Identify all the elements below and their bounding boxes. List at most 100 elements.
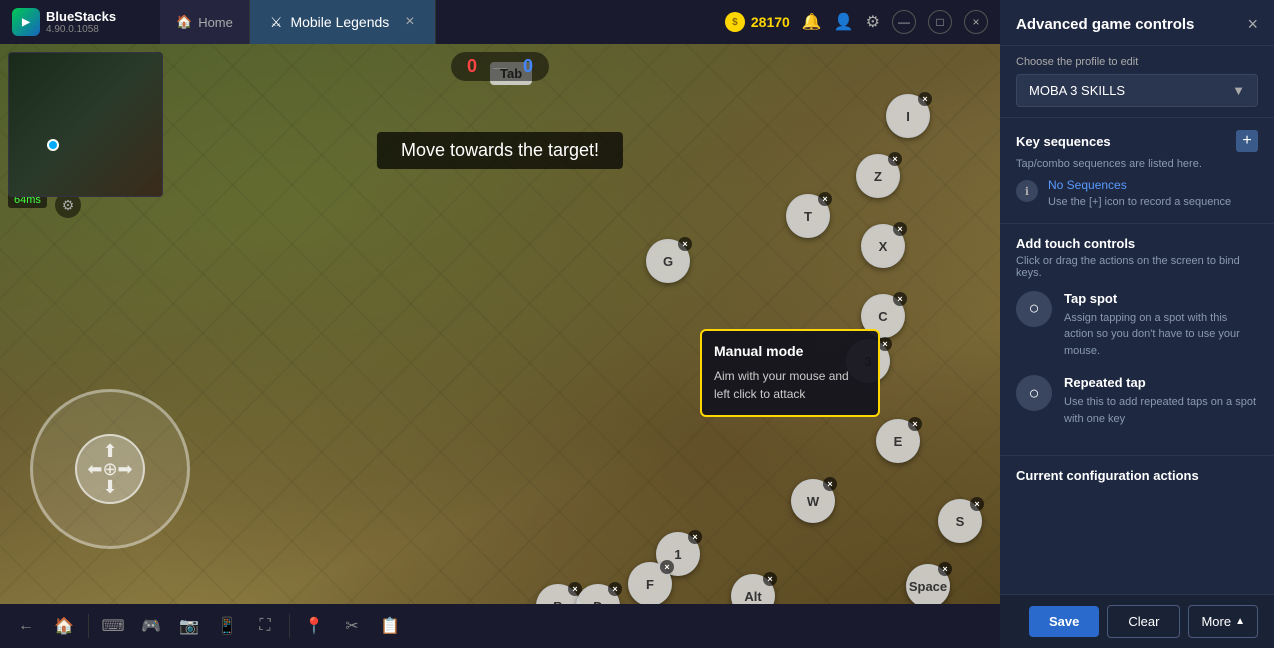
key-Space[interactable]: ×Space	[906, 564, 950, 604]
add-sequence-button[interactable]: +	[1236, 130, 1258, 152]
gamepad-button[interactable]: 🎮	[133, 608, 169, 644]
current-config-title: Current configuration actions	[1016, 468, 1258, 483]
key-S[interactable]: ×S	[938, 499, 982, 543]
score-blue: 0	[523, 56, 533, 77]
tap-spot-content: Tap spot Assign tapping on a spot with t…	[1064, 291, 1258, 360]
right-panel: Advanced game controls × Choose the prof…	[1000, 0, 1274, 648]
title-icons: 🔔 👤 ⚙ — □ ×	[790, 10, 1000, 34]
keyboard-button[interactable]: ⌨	[95, 608, 131, 644]
key-X[interactable]: ×X	[861, 224, 905, 268]
device-button[interactable]: 📋	[372, 608, 408, 644]
close-window-button[interactable]: ×	[964, 10, 988, 34]
tap-spot-title: Tap spot	[1064, 291, 1258, 306]
home-toolbar-button[interactable]: 🏠	[46, 608, 82, 644]
key-T[interactable]: ×T	[786, 194, 830, 238]
screenshot-button[interactable]: 📷	[171, 608, 207, 644]
game-title: Mobile Legends	[290, 14, 389, 30]
game-icon: ⚔	[270, 14, 283, 31]
key-I[interactable]: ×I	[886, 94, 930, 138]
key-F[interactable]: ×F	[628, 562, 672, 604]
minimize-button[interactable]: —	[892, 10, 916, 34]
panel-title: Advanced game controls	[1016, 16, 1194, 33]
settings-icon[interactable]: ⚙	[866, 12, 880, 32]
manual-mode-tooltip: Manual mode Aim with your mouse and left…	[700, 329, 880, 417]
key-W[interactable]: ×W	[791, 479, 835, 523]
tap-spot-item: ○ Tap spot Assign tapping on a spot with…	[1016, 291, 1258, 360]
repeated-tap-toggle[interactable]: ○	[1016, 375, 1052, 411]
back-button[interactable]: ←	[8, 608, 44, 644]
toolbar-separator-1	[88, 614, 89, 638]
key-sequences-title: Key sequences	[1016, 134, 1111, 149]
current-config-section: Current configuration actions	[1000, 456, 1274, 594]
key-sequences-section: Key sequences + Tap/combo sequences are …	[1000, 118, 1274, 224]
title-bar: ▶ BlueStacks 4.90.0.1058 🏠 Home ⚔ Mobile…	[0, 0, 1000, 44]
tab-game[interactable]: ⚔ Mobile Legends	[250, 0, 436, 44]
joystick-inner: ⬆⬅⊕➡⬇	[75, 434, 145, 504]
no-sequences-text: Use the [+] icon to record a sequence	[1048, 194, 1231, 211]
manual-mode-title: Manual mode	[714, 343, 866, 359]
repeated-tap-desc: Use this to add repeated taps on a spot …	[1064, 394, 1258, 427]
add-touch-section: Add touch controls Click or drag the act…	[1000, 224, 1274, 457]
score-separator: —	[493, 59, 507, 75]
app-version: 4.90.0.1058	[46, 24, 116, 35]
key-sequences-subtitle: Tap/combo sequences are listed here.	[1016, 158, 1258, 170]
joystick[interactable]: ⬆⬅⊕➡⬇	[30, 389, 190, 549]
info-icon: ℹ	[1016, 180, 1038, 202]
key-Z[interactable]: ×Z	[856, 154, 900, 198]
panel-close-button[interactable]: ×	[1247, 14, 1258, 35]
home-label: Home	[198, 15, 233, 30]
bluestacks-logo: ▶	[12, 8, 40, 36]
move-text: Move towards the target!	[377, 132, 623, 169]
minimap	[8, 52, 163, 197]
joystick-arrows: ⬆⬅⊕➡⬇	[87, 442, 132, 496]
app-name: BlueStacks	[46, 9, 116, 24]
clear-button[interactable]: Clear	[1107, 605, 1180, 638]
panel-header: Advanced game controls ×	[1000, 0, 1274, 46]
scissors-button[interactable]: ✂	[334, 608, 370, 644]
more-arrow-icon: ▲	[1235, 616, 1245, 627]
key-G[interactable]: ×G	[646, 239, 690, 283]
profile-label: Choose the profile to edit	[1016, 56, 1258, 68]
toolbar-separator-2	[289, 614, 290, 638]
bluestacks-brand: ▶ BlueStacks 4.90.0.1058	[0, 8, 160, 36]
bottom-toolbar: ← 🏠 ⌨ 🎮 📷 📱 ⛶ 📍 ✂ 📋	[0, 604, 1000, 648]
coin-area: $ 28170	[725, 12, 790, 32]
virtual-button[interactable]: 📱	[209, 608, 245, 644]
coin-amount: 28170	[751, 14, 790, 30]
pin-button[interactable]: 📍	[296, 608, 332, 644]
tap-spot-toggle[interactable]: ○	[1016, 291, 1052, 327]
profile-name: MOBA 3 SKILLS	[1029, 83, 1125, 98]
key-sequences-header: Key sequences +	[1016, 130, 1258, 152]
maximize-button[interactable]: □	[928, 10, 952, 34]
more-button[interactable]: More ▲	[1188, 605, 1258, 638]
fullscreen-button[interactable]: ⛶	[247, 608, 283, 644]
add-touch-subtitle: Click or drag the actions on the screen …	[1016, 255, 1258, 279]
home-icon: 🏠	[176, 14, 192, 30]
minimap-hero	[47, 139, 59, 151]
save-button[interactable]: Save	[1029, 606, 1099, 637]
key-E[interactable]: ×E	[876, 419, 920, 463]
profile-icon[interactable]: 👤	[834, 12, 854, 32]
game-background: 0 — 0 Tab Move towards the target! 64ms …	[0, 44, 1000, 604]
hud-score: 0 — 0	[451, 52, 549, 81]
dropdown-arrow-icon: ▼	[1232, 83, 1245, 98]
no-sequences: ℹ No Sequences Use the [+] icon to recor…	[1016, 178, 1258, 211]
no-sequences-title: No Sequences	[1048, 178, 1231, 192]
score-red: 0	[467, 56, 477, 77]
tab-home[interactable]: 🏠 Home	[160, 0, 250, 44]
bell-icon[interactable]: 🔔	[802, 12, 822, 32]
repeated-tap-item: ○ Repeated tap Use this to add repeated …	[1016, 375, 1258, 427]
more-label: More	[1201, 614, 1231, 629]
key-Alt[interactable]: ×Alt	[731, 574, 775, 604]
game-area: ▶ BlueStacks 4.90.0.1058 🏠 Home ⚔ Mobile…	[0, 0, 1000, 648]
add-touch-title: Add touch controls	[1016, 236, 1258, 251]
tap-spot-desc: Assign tapping on a spot with this actio…	[1064, 310, 1258, 360]
manual-mode-text: Aim with your mouse and left click to at…	[714, 367, 866, 403]
coin-icon: $	[725, 12, 745, 32]
game-content: 0 — 0 Tab Move towards the target! 64ms …	[0, 44, 1000, 604]
no-sequences-content: No Sequences Use the [+] icon to record …	[1048, 178, 1231, 211]
repeated-tap-content: Repeated tap Use this to add repeated ta…	[1064, 375, 1258, 427]
profile-dropdown[interactable]: MOBA 3 SKILLS ▼	[1016, 74, 1258, 107]
minimap-inner	[9, 53, 162, 196]
profile-section: Choose the profile to edit MOBA 3 SKILLS…	[1000, 46, 1274, 118]
